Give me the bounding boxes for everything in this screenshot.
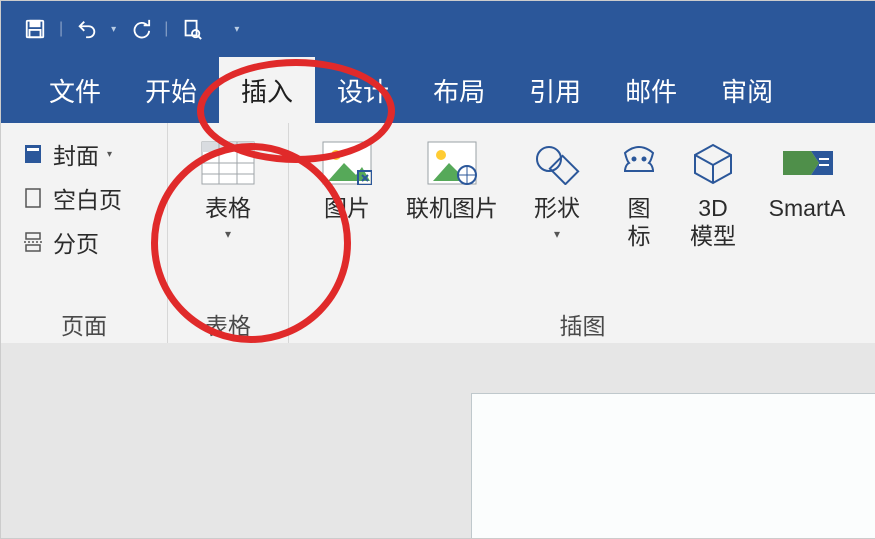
tab-mailings[interactable]: 邮件 [603,57,699,123]
document-page[interactable] [471,393,875,539]
icons-label-l2: 标 [628,223,651,249]
quick-access-toolbar: | ▾ | ▾ [1,1,875,57]
picture-button[interactable]: 图片 [303,133,391,225]
smartart-icon [779,135,835,191]
blank-page-icon [19,184,47,212]
undo-icon [76,18,98,40]
table-button[interactable]: 表格 ▾ [184,133,272,243]
table-label: 表格 [205,195,251,223]
tab-layout[interactable]: 布局 [411,57,507,123]
shapes-button[interactable]: 形状 ▾ [513,133,601,243]
group-illustrations: 图片 联机图片 形状 ▾ [289,123,875,343]
picture-label: 图片 [324,195,370,223]
blank-page-button[interactable]: 空白页 [15,177,126,219]
qat-separator: | [59,20,63,38]
3d-label-l1: 3D [698,195,727,221]
redo-button[interactable] [124,13,156,45]
smartart-button[interactable]: SmartA [755,133,859,225]
chevron-down-icon: ▾ [554,227,560,241]
qat-separator: | [164,20,168,38]
document-area[interactable] [1,343,875,538]
group-illustrations-label: 插图 [289,307,875,343]
shapes-label: 形状 [534,195,580,223]
group-tables: 表格 ▾ 表格 [168,123,289,343]
preview-icon [181,18,203,40]
3d-models-label: 3D 模型 [690,195,736,250]
cover-page-label: 封面 [53,137,99,171]
redo-icon [129,18,151,40]
qat-customize-icon[interactable]: ▾ [234,24,239,35]
pages-stack: 封面 ▾ 空白页 分页 [15,133,126,263]
chevron-down-icon: ▾ [225,227,231,241]
tab-insert[interactable]: 插入 [219,57,315,123]
word-window: | ▾ | ▾ 文件 开始 插入 设计 布局 引用 邮件 审阅 [0,0,875,539]
online-picture-button[interactable]: 联机图片 [397,133,507,225]
tab-review[interactable]: 审阅 [699,57,795,123]
save-icon [24,18,46,40]
icons-label: 图 标 [628,195,651,250]
picture-icon [319,135,375,191]
smartart-label: SmartA [769,195,846,223]
shapes-icon [529,135,585,191]
table-icon [200,135,256,191]
cover-page-icon [19,140,47,168]
online-picture-label: 联机图片 [406,195,498,223]
undo-dropdown-icon[interactable]: ▾ [111,24,116,35]
cube-icon [685,135,741,191]
3d-label-l2: 模型 [690,223,736,249]
online-picture-icon [424,135,480,191]
save-button[interactable] [19,13,51,45]
page-break-label: 分页 [53,225,99,259]
group-tables-label: 表格 [168,307,288,343]
chevron-down-icon: ▾ [107,149,112,160]
page-break-icon [19,228,47,256]
undo-button[interactable] [71,13,103,45]
ribbon: 封面 ▾ 空白页 分页 [1,123,875,344]
tab-file[interactable]: 文件 [27,57,123,123]
print-preview-button[interactable] [176,13,208,45]
group-pages: 封面 ▾ 空白页 分页 [1,123,168,343]
icons-button[interactable]: 图 标 [607,133,671,252]
tab-references[interactable]: 引用 [507,57,603,123]
icons-label-l1: 图 [628,195,651,221]
ribbon-tabs: 文件 开始 插入 设计 布局 引用 邮件 审阅 [1,57,875,123]
tab-home[interactable]: 开始 [123,57,219,123]
page-break-button[interactable]: 分页 [15,221,126,263]
icons-icon [611,135,667,191]
tab-design[interactable]: 设计 [315,57,411,123]
3d-models-button[interactable]: 3D 模型 [677,133,749,252]
group-pages-label: 页面 [1,307,167,343]
blank-page-label: 空白页 [53,181,122,215]
cover-page-button[interactable]: 封面 ▾ [15,133,126,175]
